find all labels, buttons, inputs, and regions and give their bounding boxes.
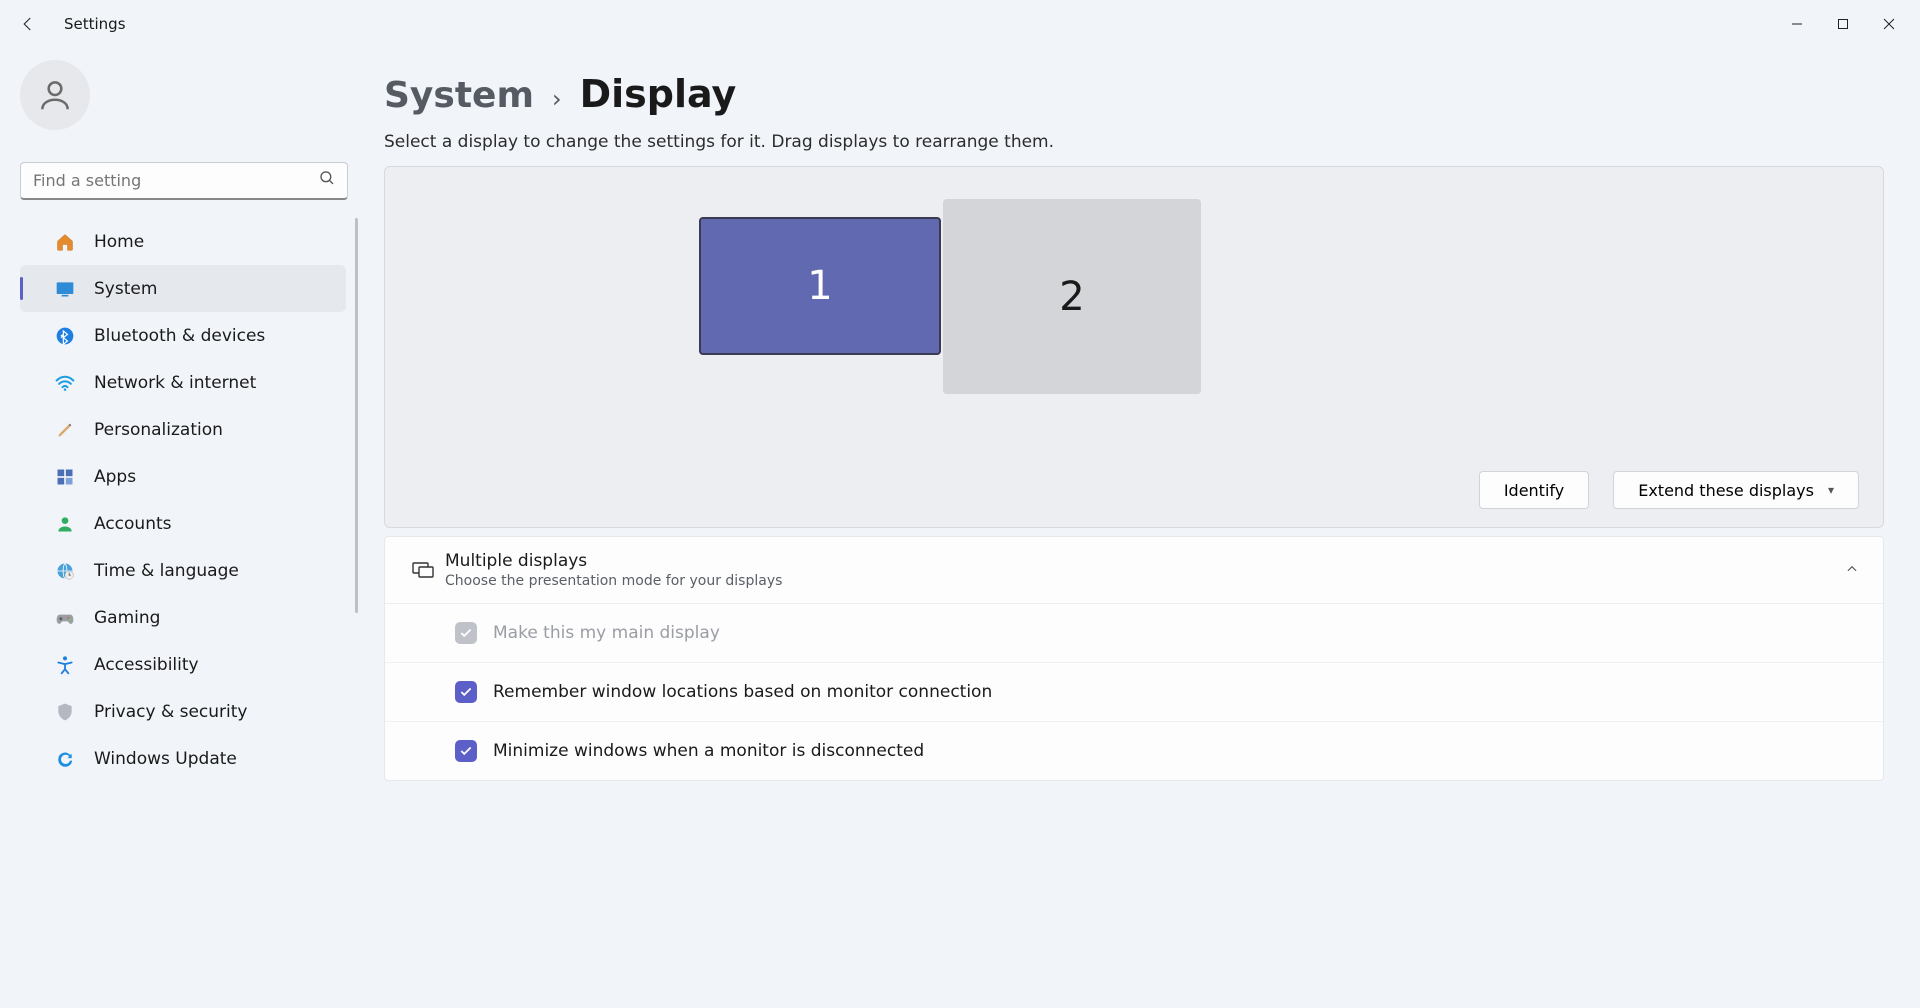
search-input[interactable] xyxy=(20,162,348,200)
accessibility-icon xyxy=(54,654,76,676)
nav-label: Network & internet xyxy=(94,373,256,393)
home-icon xyxy=(54,231,76,253)
nav-label: Apps xyxy=(94,467,136,487)
nav-network[interactable]: Network & internet xyxy=(20,359,346,406)
multiple-displays-header[interactable]: Multiple displays Choose the presentatio… xyxy=(385,537,1883,603)
identify-label: Identify xyxy=(1504,481,1564,500)
multiple-displays-card: Multiple displays Choose the presentatio… xyxy=(384,536,1884,781)
nav-label: Privacy & security xyxy=(94,702,248,722)
close-button[interactable] xyxy=(1866,8,1912,40)
display-arrangement-panel: 2 1 Identify Extend these displays ▾ xyxy=(384,166,1884,528)
apps-icon xyxy=(54,466,76,488)
minimize-icon xyxy=(1791,18,1803,30)
minimize-button[interactable] xyxy=(1774,8,1820,40)
checkbox-minimize-disconnect[interactable] xyxy=(455,740,477,762)
extend-dropdown[interactable]: Extend these displays ▾ xyxy=(1613,471,1859,509)
search-icon xyxy=(318,169,336,191)
option-main-display: Make this my main display xyxy=(385,604,1883,662)
nav-label: Accounts xyxy=(94,514,172,534)
person-icon xyxy=(36,76,74,114)
update-icon xyxy=(54,748,76,770)
nav-home[interactable]: Home xyxy=(20,218,346,265)
checkbox-main-display xyxy=(455,622,477,644)
nav-bluetooth[interactable]: Bluetooth & devices xyxy=(20,312,346,359)
nav-gaming[interactable]: Gaming xyxy=(20,594,346,641)
sidebar-scrollbar[interactable] xyxy=(355,218,358,613)
card-description: Choose the presentation mode for your di… xyxy=(445,573,1845,589)
nav-label: System xyxy=(94,279,157,299)
arrow-left-icon xyxy=(19,15,37,33)
nav-personalization[interactable]: Personalization xyxy=(20,406,346,453)
nav-label: Gaming xyxy=(94,608,160,628)
paintbrush-icon xyxy=(54,419,76,441)
chevron-right-icon: › xyxy=(552,85,562,113)
nav-accounts[interactable]: Accounts xyxy=(20,500,346,547)
checkbox-remember-locations[interactable] xyxy=(455,681,477,703)
app-title: Settings xyxy=(64,15,126,33)
nav-label: Personalization xyxy=(94,420,223,440)
option-label: Make this my main display xyxy=(493,623,720,643)
breadcrumb-parent[interactable]: System xyxy=(384,75,534,116)
nav-list: Home System Bluetooth & devices Network … xyxy=(0,218,360,782)
back-button[interactable] xyxy=(8,4,48,44)
chevron-up-icon xyxy=(1845,561,1859,580)
option-minimize-disconnect[interactable]: Minimize windows when a monitor is disco… xyxy=(385,721,1883,780)
nav-accessibility[interactable]: Accessibility xyxy=(20,641,346,688)
gaming-icon xyxy=(54,607,76,629)
nav-label: Time & language xyxy=(94,561,239,581)
option-remember-locations[interactable]: Remember window locations based on monit… xyxy=(385,662,1883,721)
nav-label: Windows Update xyxy=(94,749,237,769)
card-title: Multiple displays xyxy=(445,551,1845,571)
globe-clock-icon xyxy=(54,560,76,582)
nav-label: Home xyxy=(94,232,144,252)
shield-icon xyxy=(54,701,76,723)
identify-button[interactable]: Identify xyxy=(1479,471,1589,509)
accounts-icon xyxy=(54,513,76,535)
nav-time[interactable]: Time & language xyxy=(20,547,346,594)
nav-label: Bluetooth & devices xyxy=(94,326,265,346)
maximize-button[interactable] xyxy=(1820,8,1866,40)
close-icon xyxy=(1883,18,1895,30)
monitor-canvas[interactable]: 2 1 xyxy=(403,195,1865,435)
breadcrumb-current: Display xyxy=(580,72,737,116)
nav-privacy[interactable]: Privacy & security xyxy=(20,688,346,735)
monitor-1[interactable]: 1 xyxy=(699,217,941,355)
nav-update[interactable]: Windows Update xyxy=(20,735,346,782)
bluetooth-icon xyxy=(54,325,76,347)
user-avatar[interactable] xyxy=(20,60,90,130)
page-subtitle: Select a display to change the settings … xyxy=(384,132,1884,152)
chevron-down-icon: ▾ xyxy=(1828,483,1834,497)
wifi-icon xyxy=(54,372,76,394)
system-icon xyxy=(54,278,76,300)
option-label: Remember window locations based on monit… xyxy=(493,682,992,702)
nav-label: Accessibility xyxy=(94,655,199,675)
monitor-2[interactable]: 2 xyxy=(943,199,1201,394)
displays-icon xyxy=(405,558,441,582)
extend-label: Extend these displays xyxy=(1638,481,1814,500)
nav-system[interactable]: System xyxy=(20,265,346,312)
option-label: Minimize windows when a monitor is disco… xyxy=(493,741,924,761)
nav-apps[interactable]: Apps xyxy=(20,453,346,500)
breadcrumb: System › Display xyxy=(384,72,1884,116)
maximize-icon xyxy=(1837,18,1849,30)
